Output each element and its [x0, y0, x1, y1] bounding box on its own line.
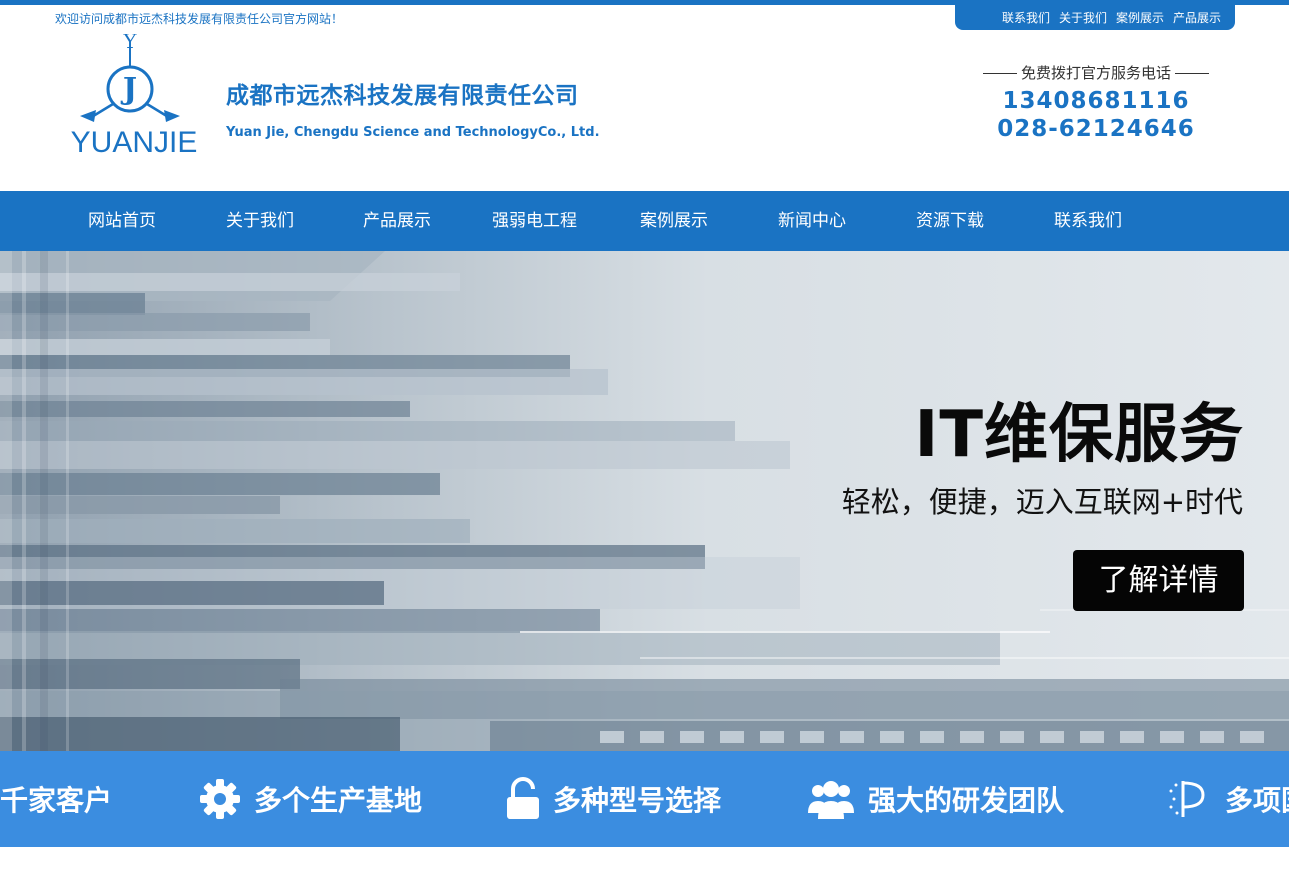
feature-bases-label: 多个生产基地 [254, 784, 423, 817]
nav-about[interactable]: 关于我们 [226, 191, 294, 251]
nav-news[interactable]: 新闻中心 [778, 191, 846, 251]
feature-certificates-label: 多项国 [1225, 784, 1289, 817]
logo-letter-j: J [120, 72, 137, 107]
feature-rd-team-label: 强大的研发团队 [868, 784, 1065, 817]
certificate-icon [1169, 781, 1205, 817]
feature-models: 多种型号选择 [505, 751, 721, 847]
top-links-bar: 联系我们 关于我们 案例展示 产品展示 [955, 4, 1235, 30]
banner-title: IT维保服务 [914, 398, 1244, 472]
hotline-dash-right [1175, 73, 1209, 74]
toplink-contact[interactable]: 联系我们 [1002, 9, 1050, 26]
logo-letter-y: Y [122, 34, 137, 53]
hotline-title: 免费拨打官方服务电话 [966, 62, 1226, 83]
features-strip: 上千家客户 多个生产基地 多种型号选择 [0, 751, 1289, 847]
toplink-products[interactable]: 产品展示 [1173, 9, 1221, 26]
phone-mobile[interactable]: 13408681116 [966, 87, 1226, 115]
main-nav: 网站首页 关于我们 产品展示 强弱电工程 案例展示 新闻中心 资源下载 联系我们 [0, 191, 1289, 251]
toplink-cases[interactable]: 案例展示 [1116, 9, 1164, 26]
hotline-block: 免费拨打官方服务电话 13408681116 028-62124646 [966, 62, 1226, 143]
team-icon [808, 781, 854, 819]
feature-customers: 上千家客户 [0, 751, 112, 847]
phone-landline[interactable]: 028-62124646 [966, 115, 1226, 143]
gear-icon [200, 779, 240, 819]
banner-subtitle: 轻松，便捷，迈入互联网+时代 [841, 485, 1243, 519]
feature-certificates: 多项国 [1167, 751, 1289, 847]
hotline-title-text: 免费拨打官方服务电话 [1020, 64, 1171, 82]
company-name-en: Yuan Jie, Chengdu Science and Technology… [226, 125, 600, 140]
feature-bases: 多个生产基地 [198, 751, 422, 847]
nav-contact[interactable]: 联系我们 [1054, 191, 1122, 251]
feature-rd-team: 强大的研发团队 [806, 751, 1064, 847]
toplink-about[interactable]: 关于我们 [1059, 9, 1107, 26]
feature-models-label: 多种型号选择 [553, 784, 722, 817]
nav-cases[interactable]: 案例展示 [640, 191, 708, 251]
learn-more-button[interactable]: 了解详情 [1073, 550, 1244, 611]
nav-downloads[interactable]: 资源下载 [916, 191, 984, 251]
welcome-text: 欢迎访问成都市远杰科技发展有限责任公司官方网站！ [55, 12, 344, 26]
hotline-dash-left [982, 73, 1017, 74]
nav-products[interactable]: 产品展示 [363, 191, 431, 251]
company-name-cn: 成都市远杰科技发展有限责任公司 [226, 83, 579, 109]
unlock-icon [507, 777, 539, 819]
nav-home[interactable]: 网站首页 [88, 191, 156, 251]
nav-electrical[interactable]: 强弱电工程 [492, 191, 577, 251]
logo-text: YUANJIE [71, 126, 198, 158]
hero-banner: IT维保服务 轻松，便捷，迈入互联网+时代 了解详情 [0, 251, 1289, 751]
feature-customers-label: 上千家客户 [0, 784, 113, 817]
company-logo[interactable]: Y J YUANJIE [68, 34, 202, 158]
